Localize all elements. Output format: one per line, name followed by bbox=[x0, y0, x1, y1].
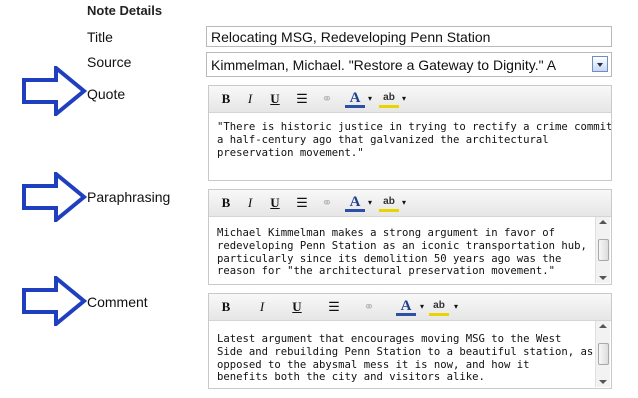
link-icon[interactable]: ⚭ bbox=[319, 90, 335, 108]
bold-button[interactable]: B bbox=[219, 90, 233, 108]
link-icon[interactable]: ⚭ bbox=[361, 298, 377, 316]
highlight-dropdown[interactable]: ▾ bbox=[400, 194, 408, 212]
highlight-button[interactable]: ab bbox=[379, 90, 399, 108]
highlight-button[interactable]: ab bbox=[379, 194, 399, 212]
bold-button[interactable]: B bbox=[219, 194, 233, 212]
source-selected-value: Kimmelman, Michael. "Restore a Gateway t… bbox=[211, 57, 557, 73]
paraphrasing-editor: B I U ☰ ⚭ A ▾ ab ▾ Michael Kimmelman mak… bbox=[208, 189, 612, 285]
arrow-right-icon bbox=[22, 66, 88, 116]
underline-button[interactable]: U bbox=[290, 298, 304, 316]
scroll-up-icon[interactable] bbox=[599, 220, 607, 224]
bullet-list-icon[interactable]: ☰ bbox=[294, 90, 310, 108]
comment-scrollbar[interactable] bbox=[595, 321, 610, 387]
font-color-button[interactable]: A bbox=[345, 194, 365, 212]
arrow-right-icon bbox=[22, 276, 88, 326]
paraphrasing-toolbar: B I U ☰ ⚭ A ▾ ab ▾ bbox=[209, 190, 611, 217]
quote-label: Quote bbox=[87, 86, 126, 102]
font-color-dropdown[interactable]: ▾ bbox=[418, 298, 426, 316]
underline-button[interactable]: U bbox=[268, 194, 282, 212]
comment-toolbar: B I U ☰ ⚭ A ▾ ab ▾ bbox=[209, 294, 611, 321]
quote-text[interactable]: "There is historic justice in trying to … bbox=[209, 113, 611, 182]
arrow-right-icon bbox=[22, 172, 88, 222]
italic-button[interactable]: I bbox=[243, 90, 257, 108]
font-color-button[interactable]: A bbox=[396, 298, 416, 316]
bullet-list-icon[interactable]: ☰ bbox=[294, 194, 310, 212]
bullet-list-icon[interactable]: ☰ bbox=[326, 298, 342, 316]
comment-label: Comment bbox=[87, 294, 148, 310]
note-details-heading: Note Details bbox=[87, 3, 163, 18]
title-input[interactable]: Relocating MSG, Redeveloping Penn Statio… bbox=[206, 26, 612, 47]
link-icon[interactable]: ⚭ bbox=[319, 194, 335, 212]
quote-toolbar: B I U ☰ ⚭ A ▾ ab ▾ bbox=[209, 86, 611, 113]
underline-button[interactable]: U bbox=[268, 90, 282, 108]
paraphrasing-scrollbar[interactable] bbox=[595, 217, 610, 283]
paraphrasing-label: Paraphrasing bbox=[87, 189, 171, 205]
italic-button[interactable]: I bbox=[243, 194, 257, 212]
comment-text[interactable]: Latest argument that encourages moving M… bbox=[209, 321, 611, 395]
font-color-dropdown[interactable]: ▾ bbox=[366, 194, 374, 212]
highlight-dropdown[interactable]: ▾ bbox=[400, 90, 408, 108]
chevron-down-icon[interactable] bbox=[592, 56, 608, 72]
highlight-button[interactable]: ab bbox=[429, 298, 449, 316]
scrollbar-thumb[interactable] bbox=[598, 343, 609, 365]
scroll-up-icon[interactable] bbox=[599, 324, 607, 328]
comment-editor: B I U ☰ ⚭ A ▾ ab ▾ Latest argument that … bbox=[208, 293, 612, 389]
scroll-down-icon[interactable] bbox=[599, 380, 607, 384]
scroll-down-icon[interactable] bbox=[599, 276, 607, 280]
source-label: Source bbox=[87, 54, 132, 70]
highlight-dropdown[interactable]: ▾ bbox=[452, 298, 460, 316]
font-color-button[interactable]: A bbox=[345, 90, 365, 108]
title-label: Title bbox=[87, 29, 113, 45]
paraphrasing-text[interactable]: Michael Kimmelman makes a strong argumen… bbox=[209, 217, 611, 289]
quote-editor: B I U ☰ ⚭ A ▾ ab ▾ "There is historic ju… bbox=[208, 85, 612, 181]
font-color-dropdown[interactable]: ▾ bbox=[366, 90, 374, 108]
source-select[interactable]: Kimmelman, Michael. "Restore a Gateway t… bbox=[206, 52, 612, 77]
bold-button[interactable]: B bbox=[219, 298, 233, 316]
scrollbar-thumb[interactable] bbox=[598, 239, 609, 261]
italic-button[interactable]: I bbox=[255, 298, 269, 316]
